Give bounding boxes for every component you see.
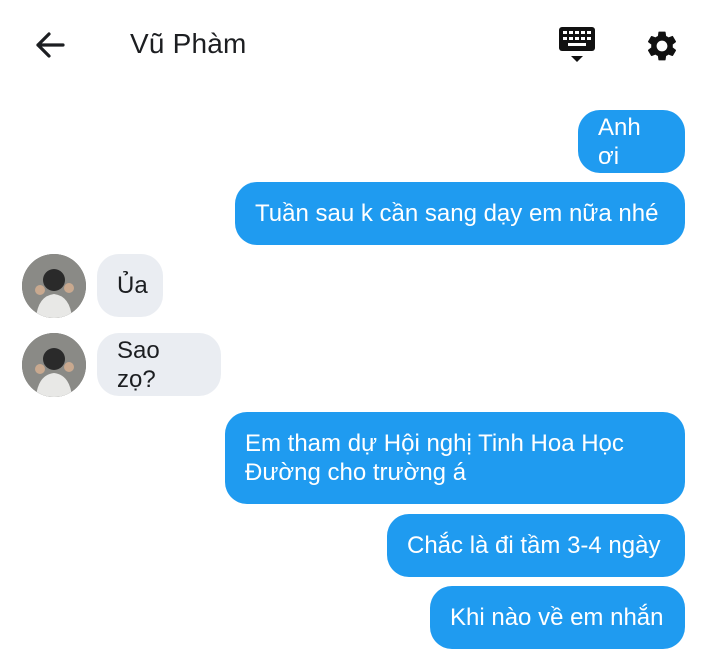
chat-header: Vũ Phàm <box>0 0 706 92</box>
contact-avatar[interactable] <box>22 333 86 397</box>
message-text: Khi nào về em nhắn <box>450 604 664 631</box>
message-text-line: Em tham dự Hội nghị Tinh Hoa Học <box>245 430 624 457</box>
message-text: Sao zọ? <box>117 336 160 393</box>
keyboard-button[interactable] <box>556 26 598 68</box>
arrow-left-icon <box>36 32 65 58</box>
message-text: Chắc là đi tầm 3-4 ngày <box>407 532 661 559</box>
keyboard-icon <box>559 27 595 62</box>
back-button[interactable] <box>30 25 70 65</box>
message-text-line: Đường cho trường á <box>245 459 467 486</box>
message-text: Tuần sau k cần sang dạy em nữa nhé <box>255 200 659 227</box>
message-bubble-incoming[interactable]: Sao zọ? <box>97 333 221 396</box>
conversation-title: Vũ Phàm <box>130 28 247 59</box>
avatar-photo-icon <box>22 333 86 397</box>
message-bubble-outgoing[interactable]: Em tham dự Hội nghị Tinh Hoa Học Đường c… <box>225 412 685 504</box>
message-bubble-outgoing[interactable]: Tuần sau k cần sang dạy em nữa nhé <box>235 182 685 245</box>
avatar-photo-icon <box>22 254 86 318</box>
message-bubble-outgoing[interactable]: Khi nào về em nhắn <box>430 586 685 649</box>
message-text: Ủa <box>117 272 148 299</box>
message-bubble-outgoing[interactable]: Chắc là đi tầm 3-4 ngày <box>387 514 685 577</box>
settings-button[interactable] <box>641 25 683 67</box>
message-bubble-outgoing[interactable]: Anh ơi <box>578 110 685 173</box>
message-text: Anh ơi <box>598 113 641 170</box>
message-bubble-incoming[interactable]: Ủa <box>97 254 163 317</box>
gear-icon <box>647 31 677 61</box>
contact-avatar[interactable] <box>22 254 86 318</box>
